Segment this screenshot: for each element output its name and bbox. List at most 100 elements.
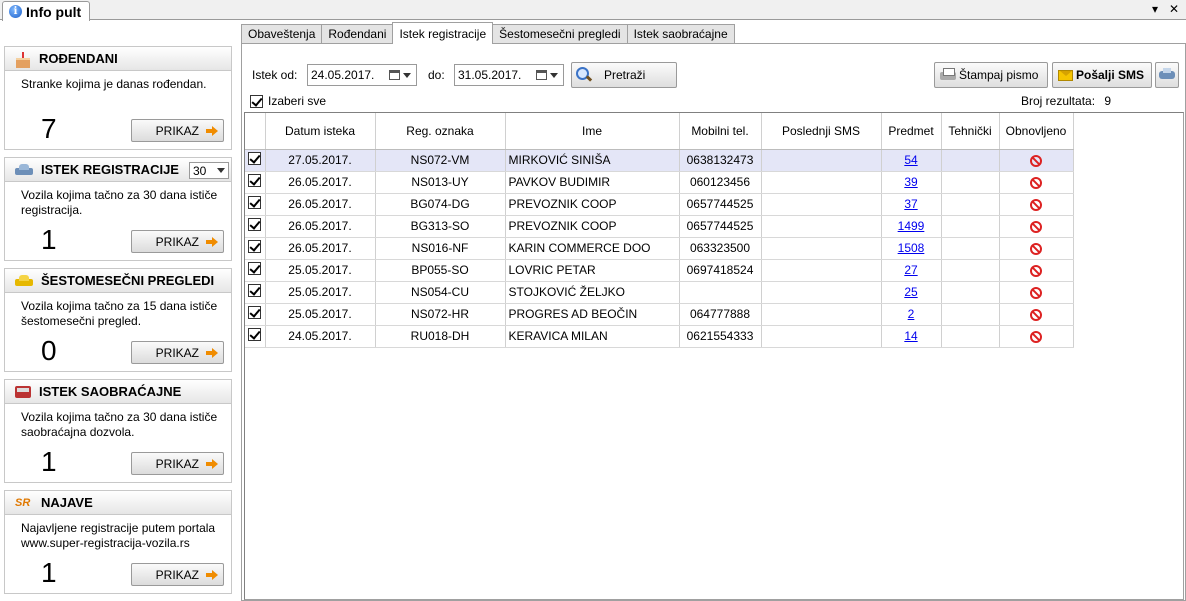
select-all-checkbox[interactable]: [250, 94, 263, 108]
cell-reg-oznaka: NS013-UY: [375, 171, 506, 194]
close-icon[interactable]: ✕: [1169, 2, 1179, 16]
predmet-link[interactable]: 14: [904, 329, 917, 343]
prikaz-button[interactable]: PRIKAZ: [131, 230, 224, 253]
row-checkbox-cell[interactable]: [245, 193, 266, 216]
tab-info-pult[interactable]: i Info pult: [2, 1, 91, 21]
tab-istek-saobracajne[interactable]: Istek saobraćajne: [626, 24, 735, 44]
card-rodjendani: ROĐENDANI Stranke kojima je danas rođend…: [4, 46, 232, 150]
row-checkbox-cell[interactable]: [245, 171, 266, 194]
cell-mobilni-tel: 0638132473: [679, 149, 762, 172]
col-header-mobilni-tel[interactable]: Mobilni tel.: [679, 113, 762, 150]
print-letter-button[interactable]: Štampaj pismo: [934, 62, 1048, 88]
prikaz-button[interactable]: PRIKAZ: [131, 119, 224, 142]
table-row[interactable]: 26.05.2017. NS013-UY PAVKOV BUDIMIR 0601234…: [245, 171, 1074, 194]
row-checkbox-cell[interactable]: [245, 325, 266, 348]
predmet-link[interactable]: 1508: [898, 241, 925, 255]
row-checkbox[interactable]: [248, 152, 262, 165]
chevron-down-icon[interactable]: ▾: [1152, 2, 1158, 16]
row-checkbox-cell[interactable]: [245, 303, 266, 326]
row-checkbox-cell[interactable]: [245, 259, 266, 282]
prikaz-button[interactable]: PRIKAZ: [131, 452, 224, 475]
not-renewed-icon: [1030, 220, 1042, 233]
row-checkbox[interactable]: [248, 218, 262, 231]
col-header-datum-isteka[interactable]: Datum isteka: [265, 113, 376, 150]
row-checkbox[interactable]: [248, 174, 262, 187]
predmet-link[interactable]: 54: [904, 153, 917, 167]
row-checkbox-cell[interactable]: [245, 237, 266, 260]
card-najave: SR NAJAVE Najavljene registracije putem …: [4, 490, 232, 594]
table-row[interactable]: 25.05.2017. NS072-HR PROGRES AD BEOČIN 0647…: [245, 303, 1074, 326]
from-date-input[interactable]: 24.05.2017.: [307, 64, 417, 86]
cell-tehnicki: [941, 281, 1000, 304]
col-header-ime[interactable]: Ime: [505, 113, 680, 150]
chevron-down-icon: [217, 168, 225, 173]
table-row[interactable]: 27.05.2017. NS072-VM MIRKOVIĆ SINIŠA 063813…: [245, 149, 1074, 172]
to-date-input[interactable]: 31.05.2017.: [454, 64, 564, 86]
prikaz-button[interactable]: PRIKAZ: [131, 563, 224, 586]
card-header: ROĐENDANI: [5, 47, 231, 71]
predmet-link[interactable]: 39: [904, 175, 917, 189]
row-checkbox[interactable]: [248, 262, 262, 275]
card-count: 7: [41, 113, 57, 144]
prikaz-button-label: PRIKAZ: [155, 345, 199, 360]
row-checkbox-cell[interactable]: [245, 215, 266, 238]
prikaz-button-label: PRIKAZ: [155, 456, 199, 471]
search-button[interactable]: Pretraži: [571, 62, 677, 88]
tab-istek-registracije[interactable]: Istek registracije: [392, 22, 494, 44]
table-row[interactable]: 25.05.2017. NS054-CU STOJKOVIĆ ŽELJKO 25: [245, 281, 1074, 304]
tab-sestomesecni-pregledi[interactable]: Šestomesečni pregledi: [492, 24, 628, 44]
card-title: NAJAVE: [41, 495, 93, 510]
table-row[interactable]: 26.05.2017. BG313-SO PREVOZNIK COOP 0657744…: [245, 215, 1074, 238]
days-select[interactable]: 30: [189, 162, 229, 179]
predmet-link[interactable]: 1499: [898, 219, 925, 233]
card-title: ISTEK SAOBRAĆAJNE: [39, 384, 182, 399]
table-row[interactable]: 26.05.2017. BG074-DG PREVOZNIK COOP 0657744…: [245, 193, 1074, 216]
cell-reg-oznaka: BG074-DG: [375, 193, 506, 216]
cell-obnovljeno: [999, 281, 1074, 304]
predmet-link[interactable]: 27: [904, 263, 917, 277]
card-sestomesecni-pregledi: ŠESTOMESEČNI PREGLEDI Vozila kojima tačn…: [4, 268, 232, 372]
predmet-link[interactable]: 2: [908, 307, 915, 321]
calendar-icon[interactable]: [536, 70, 547, 80]
row-checkbox[interactable]: [248, 328, 262, 341]
row-checkbox[interactable]: [248, 284, 262, 297]
select-all[interactable]: Izaberi sve: [250, 94, 326, 108]
not-renewed-icon: [1030, 154, 1042, 167]
search-icon: [576, 67, 592, 83]
cell-poslednji-sms: [761, 171, 882, 194]
calendar-icon[interactable]: [389, 70, 400, 80]
col-header-predmet[interactable]: Predmet: [881, 113, 942, 150]
row-checkbox[interactable]: [248, 240, 262, 253]
prikaz-button[interactable]: PRIKAZ: [131, 341, 224, 364]
cell-ime: STOJKOVIĆ ŽELJKO: [505, 281, 680, 304]
row-checkbox[interactable]: [248, 196, 262, 209]
row-checkbox[interactable]: [248, 306, 262, 319]
row-checkbox-cell[interactable]: [245, 281, 266, 304]
col-header-obnovljeno[interactable]: Obnovljeno: [999, 113, 1074, 150]
info-icon: i: [9, 5, 22, 18]
result-count-label: Broj rezultata:: [1021, 94, 1096, 108]
cell-datum-isteka: 25.05.2017.: [265, 303, 376, 326]
table-row[interactable]: 24.05.2017. RU018-DH KERAVICA MILAN 0621554…: [245, 325, 1074, 348]
col-header-poslednji-sms[interactable]: Poslednji SMS: [761, 113, 882, 150]
chevron-down-icon[interactable]: [550, 73, 558, 78]
cell-predmet: 39: [881, 171, 942, 194]
card-description: Vozila kojima tačno za 15 dana ističe še…: [21, 299, 218, 328]
predmet-link[interactable]: 37: [904, 197, 917, 211]
col-header-reg-oznaka[interactable]: Reg. oznaka: [375, 113, 506, 150]
table-row[interactable]: 26.05.2017. NS016-NF KARIN COMMERCE DOO 063…: [245, 237, 1074, 260]
results-table: Datum isteka Reg. oznaka Ime Mobilni tel…: [245, 113, 1074, 348]
table-row[interactable]: 25.05.2017. BP055-SO LOVRIC PETAR 069741852…: [245, 259, 1074, 282]
row-checkbox-cell[interactable]: [245, 149, 266, 172]
predmet-link[interactable]: 25: [904, 285, 917, 299]
col-header-tehnicki[interactable]: Tehnički: [941, 113, 1000, 150]
car-icon: [15, 163, 33, 176]
tab-rodjendani[interactable]: Rođendani: [321, 24, 394, 44]
extra-tool-button[interactable]: [1155, 62, 1179, 88]
chevron-down-icon[interactable]: [403, 73, 411, 78]
card-title: ISTEK REGISTRACIJE: [41, 162, 179, 177]
send-sms-button[interactable]: Pošalji SMS: [1052, 62, 1152, 88]
cell-mobilni-tel: 0697418524: [679, 259, 762, 282]
cell-obnovljeno: [999, 193, 1074, 216]
tab-obavestenja[interactable]: Obaveštenja: [241, 24, 323, 44]
